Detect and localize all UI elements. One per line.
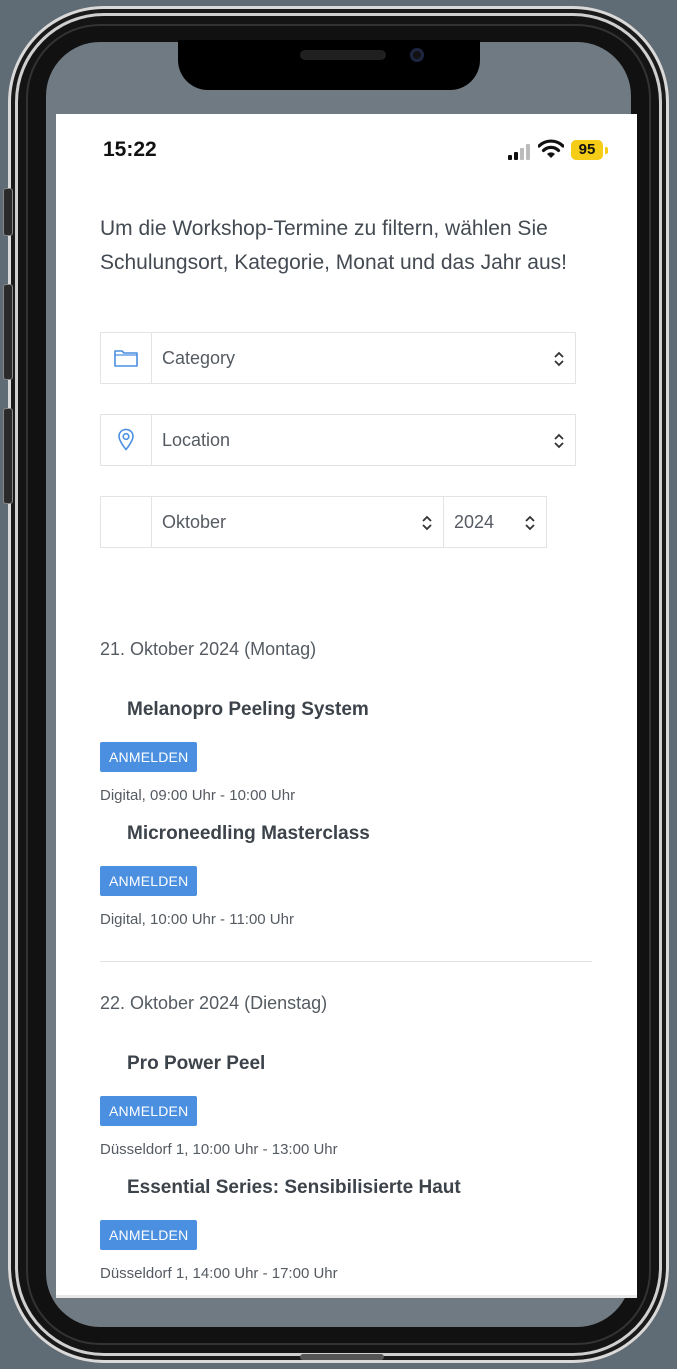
location-select[interactable]: Location [152,414,576,466]
date-heading: 21. Oktober 2024 (Montag) [100,639,317,659]
year-select[interactable]: 2024 [444,496,547,548]
category-select-value: Category [162,348,236,368]
select-arrows-icon [525,515,535,531]
date-filter: Oktober 2024 [100,496,547,548]
status-time: 15:22 [103,138,157,161]
event-location-time: Düsseldorf 1, 10:00 Uhr - 13:00 Uhr [100,1141,338,1158]
home-indicator [300,1354,384,1360]
status-bar: 15:22 95 [56,114,637,186]
folder-icon [100,332,152,384]
register-button[interactable]: ANMELDEN [100,1096,198,1126]
day-divider [100,961,592,962]
screen: 15:22 95 Um die Workshop-Termine zu filt… [56,114,637,1298]
register-button[interactable]: ANMELDEN [100,866,198,896]
volume-down-button [3,408,13,504]
event-title: Essential Series: Sensibilisierte Haut [127,1177,461,1198]
location-select-value: Location [162,430,231,450]
location-pin-icon [100,414,152,466]
select-arrows-icon [554,433,564,449]
speaker-grille [300,50,386,60]
select-arrows-icon [422,515,432,531]
wifi-icon [538,139,564,158]
front-camera [410,48,424,62]
volume-up-button [3,284,13,380]
battery-cap [605,147,608,154]
mute-switch [3,188,13,236]
scroll-end-line [56,1295,637,1298]
category-select[interactable]: Category [152,332,576,384]
battery-indicator: 95 [571,140,603,160]
year-select-value: 2024 [454,512,495,532]
filter-instructions: Um die Workshop-Termine zu filtern, wähl… [100,217,567,274]
register-button[interactable]: ANMELDEN [100,742,198,772]
date-filter-icon-slot [100,496,152,548]
event-location-time: Digital, 09:00 Uhr - 10:00 Uhr [100,787,296,804]
date-heading: 22. Oktober 2024 (Dienstag) [100,993,328,1013]
select-arrows-icon [554,351,564,367]
event-location-time: Düsseldorf 1, 14:00 Uhr - 17:00 Uhr [100,1265,338,1282]
event-location-time: Digital, 10:00 Uhr - 11:00 Uhr [100,911,294,928]
event-title: Microneedling Masterclass [127,823,370,844]
location-filter: Location [100,414,576,466]
phone-notch [178,40,480,90]
month-select[interactable]: Oktober [152,496,444,548]
event-title: Melanopro Peeling System [127,699,369,720]
category-filter: Category [100,332,576,384]
month-select-value: Oktober [162,512,227,532]
cellular-signal-icon [508,144,532,160]
register-button[interactable]: ANMELDEN [100,1220,198,1250]
event-title: Pro Power Peel [127,1053,266,1074]
